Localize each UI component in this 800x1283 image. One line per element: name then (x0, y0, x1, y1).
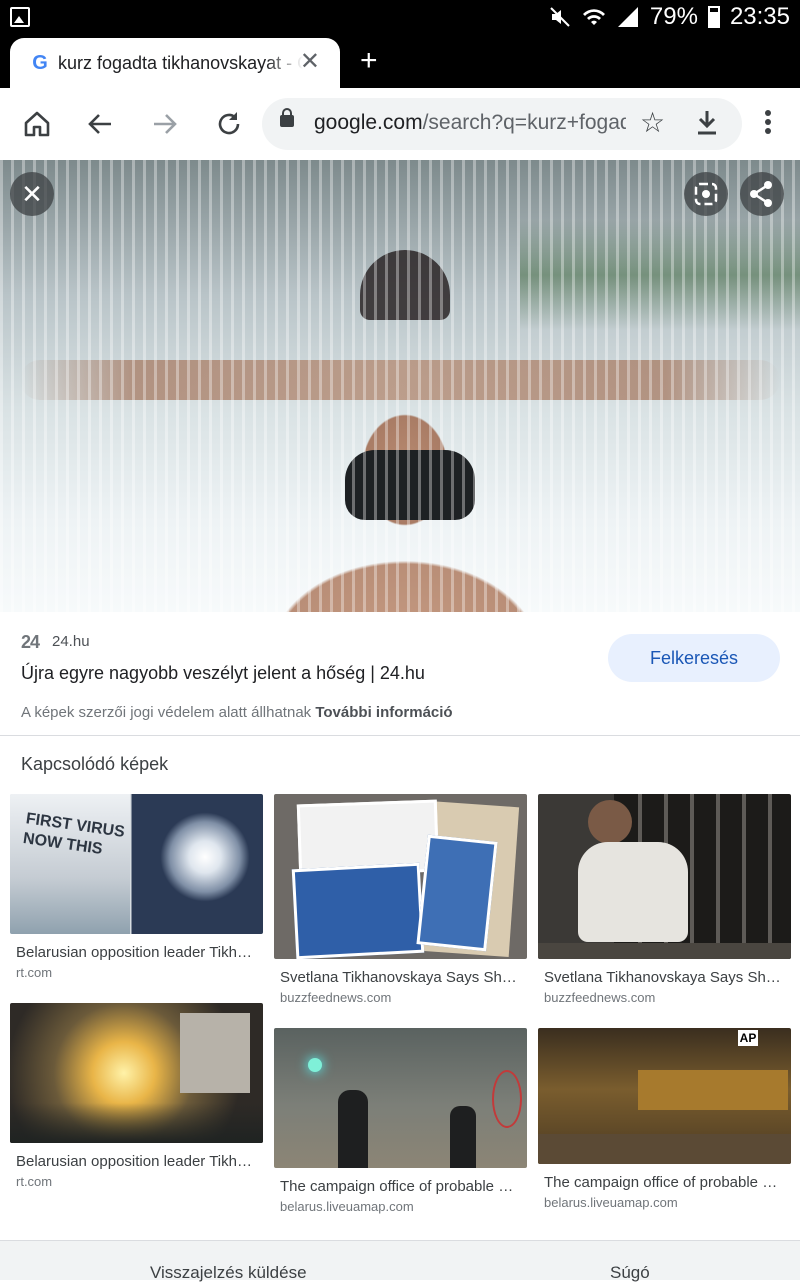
wifi-icon (582, 5, 606, 29)
related-image-card[interactable]: The campaign office of probable presiden… (274, 1028, 527, 1214)
more-info-link[interactable]: További információ (315, 704, 452, 721)
related-title: Belarusian opposition leader Tikhanovska… (16, 944, 257, 961)
close-viewer-icon[interactable]: ✕ (10, 172, 54, 216)
related-title: Svetlana Tikhanovskaya Says She ... (544, 969, 785, 986)
battery-percent: 79% (649, 3, 698, 30)
footer-bar: Visszajelzés küldése Súgó (0, 1240, 800, 1283)
related-domain: belarus.liveuamap.com (280, 1199, 414, 1214)
browser-tab[interactable]: G kurz fogadta tikhanovskayat - Google K… (10, 38, 340, 88)
lock-icon[interactable] (280, 108, 294, 127)
copyright-text: A képek szerzői jogi védelem alatt állha… (21, 704, 312, 721)
url-path: /search?q=kurz+fogadta+tikhanovskayat (422, 111, 626, 134)
related-title: The campaign office of probable presiden… (280, 1178, 521, 1195)
more-menu-icon[interactable] (760, 110, 776, 140)
lens-search-icon[interactable] (684, 172, 728, 216)
related-thumbnail[interactable] (10, 1003, 263, 1143)
thumb-light (308, 1058, 322, 1072)
image-title[interactable]: Újra egyre nagyobb veszélyt jelent a hős… (21, 663, 425, 684)
download-icon[interactable] (694, 108, 720, 144)
share-icon[interactable] (740, 172, 784, 216)
related-title: Belarusian opposition leader Tikhanovska… (16, 1153, 257, 1170)
battery-icon (707, 6, 720, 28)
thumb-figure-2 (450, 1106, 476, 1168)
url-host: google.com (314, 111, 423, 134)
thumb-head (588, 800, 632, 844)
browser-toolbar: google.com/search?q=kurz+fogadta+tikhano… (0, 88, 800, 160)
related-domain: buzzfeednews.com (544, 990, 656, 1005)
related-title: The campaign office of probable presiden… (544, 1174, 785, 1191)
signal-icon (616, 5, 640, 29)
related-domain: belarus.liveuamap.com (544, 1195, 678, 1210)
related-images-heading: Kapcsolódó képek (21, 754, 169, 774)
gallery-notification-icon (10, 7, 30, 27)
url-text[interactable]: google.com/search?q=kurz+fogadta+tikhano… (314, 111, 626, 135)
related-thumbnail[interactable] (274, 1028, 527, 1168)
related-image-card[interactable]: Svetlana Tikhanovskaya Says She ... buzz… (274, 794, 527, 1005)
status-bar: 79% 23:35 (0, 0, 800, 34)
thumb-crowd (10, 1103, 263, 1143)
home-icon[interactable] (21, 108, 53, 140)
forward-icon[interactable] (149, 108, 181, 140)
thumb-hurricane (160, 812, 250, 902)
new-tab-icon[interactable]: + (360, 46, 378, 76)
thumb-building (180, 1013, 250, 1093)
related-domain: rt.com (16, 965, 53, 980)
image-info-panel: 24 24.hu Újra egyre nagyobb veszélyt jel… (0, 612, 800, 736)
related-domain: buzzfeednews.com (280, 990, 392, 1005)
thumb-floor (538, 943, 791, 959)
tab-title: kurz fogadta tikhanovskayat - Google Ker… (58, 52, 303, 73)
thumb-bus (638, 1070, 788, 1110)
preview-image: ✕ (0, 160, 800, 612)
related-domain: rt.com (16, 1174, 53, 1189)
google-favicon-icon: G (32, 51, 48, 74)
tab-strip: G kurz fogadta tikhanovskayat - Google K… (0, 34, 800, 88)
status-icons: 79% 23:35 (548, 3, 790, 31)
water-streaks (0, 160, 800, 612)
send-feedback-link[interactable]: Visszajelzés küldése (150, 1263, 307, 1283)
related-thumbnail[interactable] (538, 794, 791, 959)
source-name[interactable]: 24.hu (52, 633, 90, 650)
related-image-card[interactable]: FIRST VIRUS NOW THIS Belarusian oppositi… (10, 794, 263, 980)
mute-icon (548, 5, 572, 29)
related-image-card[interactable]: Belarusian opposition leader Tikhanovska… (10, 1003, 263, 1189)
reload-icon[interactable] (213, 108, 245, 140)
thumb-body (578, 842, 688, 942)
related-thumbnail[interactable] (274, 794, 527, 959)
thumb-highlight-circle (492, 1070, 522, 1128)
back-icon[interactable] (84, 108, 116, 140)
copyright-notice: A képek szerzői jogi védelem alatt állha… (21, 704, 453, 721)
thumb-figure-1 (338, 1090, 368, 1168)
related-image-card[interactable]: AP The campaign office of probable presi… (538, 1028, 791, 1210)
close-tab-icon[interactable]: ✕ (300, 50, 320, 74)
thumb-photo-3 (416, 834, 498, 952)
ap-badge: AP (738, 1030, 758, 1046)
visit-button[interactable]: Felkeresés (608, 634, 780, 682)
related-image-card[interactable]: Svetlana Tikhanovskaya Says She ... buzz… (538, 794, 791, 1005)
related-thumbnail[interactable]: AP (538, 1028, 791, 1164)
clock: 23:35 (729, 3, 790, 30)
help-link[interactable]: Súgó (610, 1263, 650, 1283)
bookmark-star-icon[interactable]: ☆ (640, 108, 665, 138)
related-thumbnail[interactable]: FIRST VIRUS NOW THIS (10, 794, 263, 934)
related-title: Svetlana Tikhanovskaya Says She ... (280, 969, 521, 986)
thumb-photo-2 (291, 862, 425, 959)
thumb-street (538, 1134, 791, 1164)
source-logo: 24 (21, 632, 40, 652)
address-bar[interactable]: google.com/search?q=kurz+fogadta+tikhano… (262, 98, 742, 150)
